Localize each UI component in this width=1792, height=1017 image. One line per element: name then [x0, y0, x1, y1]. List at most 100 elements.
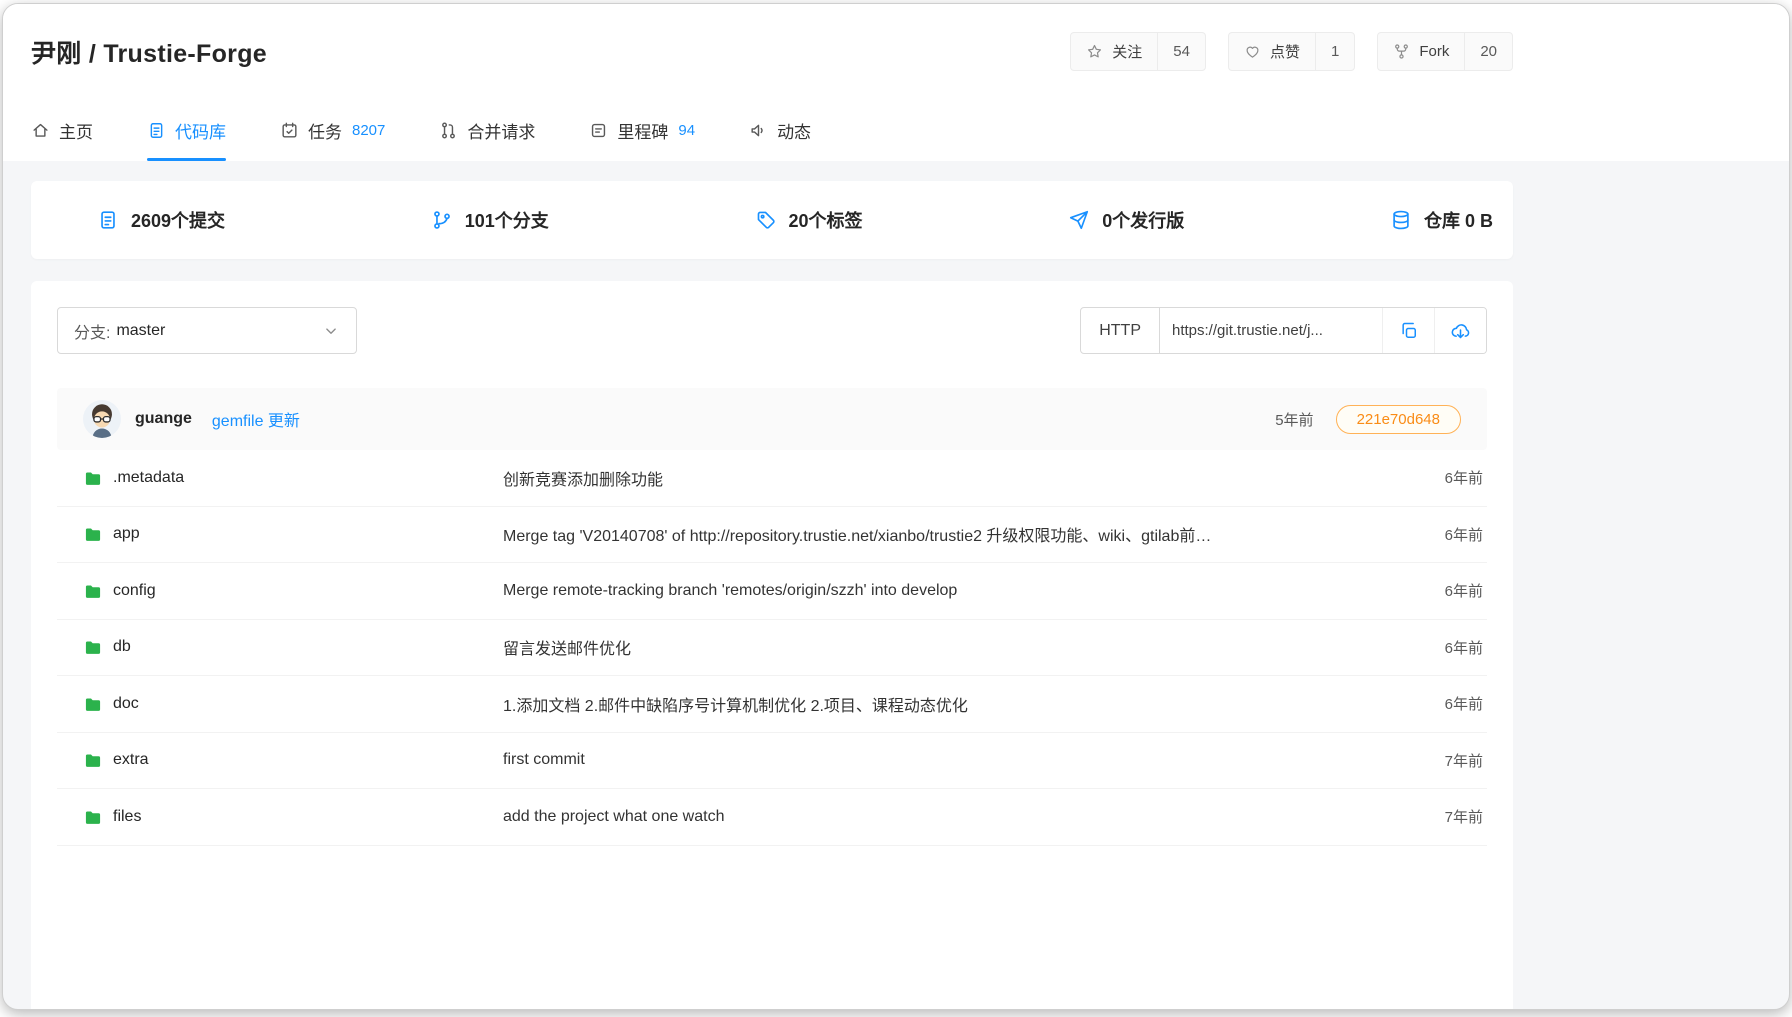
file-commit-message[interactable]: 1.添加文档 2.邮件中缺陷序号计算机制优化 2.项目、课程动态优化: [503, 692, 1397, 716]
fork-count[interactable]: 20: [1464, 33, 1512, 70]
file-age: 6年前: [1397, 693, 1487, 714]
tab-code-label: 代码库: [175, 118, 226, 143]
stat-tags-label: 20个标签: [789, 207, 863, 233]
repo-actions: 关注 54 点赞 1: [1070, 32, 1513, 71]
browser-window: 尹刚 / Trustie-Forge 关注 54: [2, 3, 1790, 1010]
table-row: doc 1.添加文档 2.邮件中缺陷序号计算机制优化 2.项目、课程动态优化 6…: [57, 676, 1487, 733]
branch-selector-label: 分支:: [74, 319, 110, 343]
file-age: 6年前: [1397, 467, 1487, 488]
clone-url-input[interactable]: [1160, 308, 1382, 353]
file-age: 7年前: [1397, 750, 1487, 771]
watch-count[interactable]: 54: [1157, 33, 1205, 70]
stat-releases-label: 0个发行版: [1102, 207, 1184, 233]
tab-tasks-label: 任务: [308, 118, 342, 143]
file-age: 6年前: [1397, 637, 1487, 658]
tab-merge-requests[interactable]: 合并请求: [439, 99, 535, 161]
file-browser-card: 分支: master HTTP: [31, 281, 1513, 1010]
like-count[interactable]: 1: [1315, 33, 1354, 70]
repo-nav-tabs: 主页 代码库 任务 8207: [31, 99, 1513, 161]
database-icon: [1390, 209, 1412, 231]
code-repo-icon: [147, 121, 166, 140]
folder-icon: [83, 694, 103, 714]
commit-age: 5年前: [1275, 409, 1313, 430]
stat-branches-label: 101个分支: [465, 207, 549, 233]
commits-icon: [97, 209, 119, 231]
stat-releases[interactable]: 0个发行版: [1068, 207, 1184, 233]
table-row: files add the project what one watch 7年前: [57, 789, 1487, 846]
stat-commits-label: 2609个提交: [131, 207, 225, 233]
branch-icon: [431, 209, 453, 231]
branch-selector-value: master: [116, 322, 165, 340]
tab-code[interactable]: 代码库: [147, 99, 226, 161]
home-icon: [31, 121, 50, 140]
star-icon: [1086, 43, 1103, 60]
commit-hash-badge[interactable]: 221e70d648: [1336, 405, 1461, 434]
tab-activity[interactable]: 动态: [749, 99, 811, 161]
copy-url-button[interactable]: [1382, 308, 1434, 353]
file-commit-message[interactable]: 创新竞赛添加删除功能: [503, 466, 1397, 490]
tab-activity-label: 动态: [777, 118, 811, 143]
branch-selector[interactable]: 分支: master: [57, 307, 357, 354]
file-age: 6年前: [1397, 524, 1487, 545]
file-name-link[interactable]: config: [57, 581, 503, 601]
file-name-link[interactable]: doc: [57, 694, 503, 714]
repo-toolbar: 分支: master HTTP: [57, 307, 1487, 354]
file-name-link[interactable]: extra: [57, 750, 503, 770]
latest-commit-bar: guange gemfile 更新 5年前 221e70d648: [57, 388, 1487, 450]
release-icon: [1068, 209, 1090, 231]
file-name-link[interactable]: .metadata: [57, 468, 503, 488]
file-name-link[interactable]: files: [57, 807, 503, 827]
folder-icon: [83, 637, 103, 657]
file-name-link[interactable]: db: [57, 637, 503, 657]
tab-milestones-label: 里程碑: [617, 118, 668, 143]
repo-title[interactable]: 尹刚 / Trustie-Forge: [31, 34, 267, 70]
milestones-count-badge: 94: [678, 122, 695, 139]
cloud-download-icon: [1450, 320, 1471, 341]
tab-tasks[interactable]: 任务 8207: [280, 99, 385, 161]
avatar[interactable]: [83, 400, 121, 438]
fork-label-area[interactable]: Fork: [1378, 33, 1464, 70]
like-button[interactable]: 点赞 1: [1228, 32, 1355, 71]
tab-merge-requests-label: 合并请求: [467, 118, 535, 143]
repo-stats-bar: 2609个提交 101个分支 20个标签 0个发行版 仓库 0 B: [31, 181, 1513, 259]
file-age: 6年前: [1397, 580, 1487, 601]
folder-icon: [83, 864, 103, 868]
watch-button[interactable]: 关注 54: [1070, 32, 1206, 71]
tab-milestones[interactable]: 里程碑 94: [589, 99, 695, 161]
fork-button[interactable]: Fork 20: [1377, 32, 1513, 71]
copy-icon: [1399, 321, 1419, 341]
file-commit-message[interactable]: first commit: [503, 751, 1397, 769]
activity-icon: [749, 121, 768, 140]
file-commit-message[interactable]: Merge remote-tracking branch 'remotes/or…: [503, 582, 1397, 600]
commit-author[interactable]: guange: [135, 410, 192, 428]
file-commit-message[interactable]: 留言发送邮件优化: [503, 635, 1397, 659]
like-label-area[interactable]: 点赞: [1229, 33, 1315, 70]
like-label: 点赞: [1270, 41, 1300, 62]
file-age: 7年前: [1397, 806, 1487, 827]
protocol-toggle-button[interactable]: HTTP: [1081, 308, 1160, 353]
download-button[interactable]: [1434, 308, 1486, 353]
stat-tags[interactable]: 20个标签: [755, 207, 863, 233]
table-row: config Merge remote-tracking branch 'rem…: [57, 563, 1487, 620]
table-row: .metadata 创新竞赛添加删除功能 6年前: [57, 450, 1487, 507]
stat-commits[interactable]: 2609个提交: [97, 207, 225, 233]
stat-repo-size[interactable]: 仓库 0 B: [1390, 207, 1493, 233]
tab-home[interactable]: 主页: [31, 99, 93, 161]
folder-icon: [83, 581, 103, 601]
watch-label-area[interactable]: 关注: [1071, 33, 1157, 70]
file-commit-message[interactable]: add the project what one watch: [503, 808, 1397, 826]
table-row-partial: [57, 846, 1487, 868]
commit-message-link[interactable]: gemfile 更新: [212, 407, 300, 431]
merge-request-icon: [439, 121, 458, 140]
folder-icon: [83, 807, 103, 827]
watch-label: 关注: [1112, 41, 1142, 62]
table-row: db 留言发送邮件优化 6年前: [57, 620, 1487, 677]
fork-label: Fork: [1419, 43, 1449, 60]
file-name-link[interactable]: app: [57, 524, 503, 544]
clone-url-group: HTTP: [1080, 307, 1487, 354]
fork-icon: [1393, 43, 1410, 60]
file-commit-message[interactable]: Merge tag 'V20140708' of http://reposito…: [503, 522, 1397, 546]
stat-branches[interactable]: 101个分支: [431, 207, 549, 233]
folder-icon: [83, 750, 103, 770]
tasks-count-badge: 8207: [352, 122, 385, 139]
